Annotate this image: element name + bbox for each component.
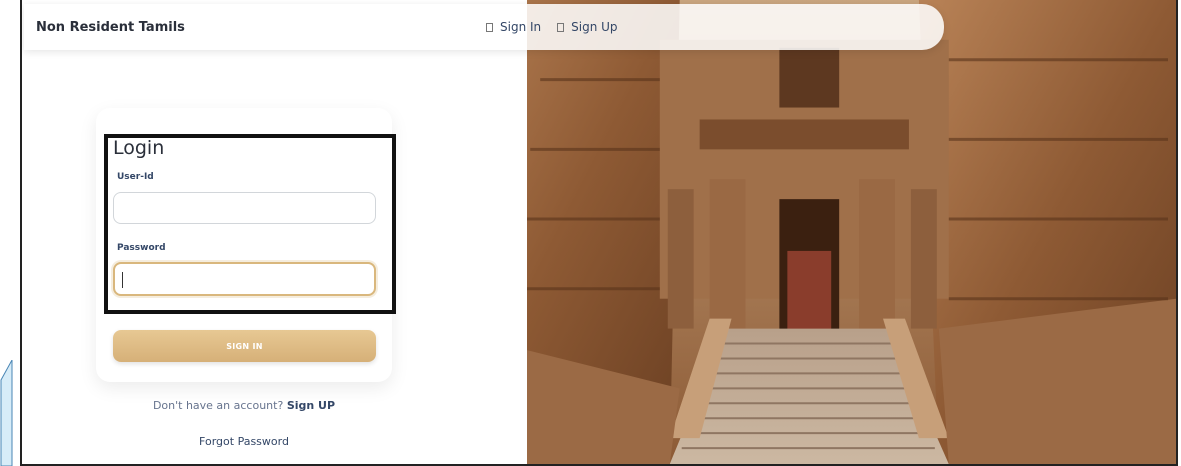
forgot-password-link[interactable]: Forgot Password [22, 435, 466, 448]
sign-in-button[interactable]: SIGN IN [113, 330, 376, 362]
nav-sign-up-label: Sign Up [571, 20, 618, 34]
login-title: Login [113, 137, 165, 159]
userid-input[interactable] [113, 192, 376, 224]
signup-link[interactable]: Sign UP [287, 399, 335, 412]
brand-title[interactable]: Non Resident Tamils [36, 20, 185, 35]
top-navbar: Non Resident Tamils Sign In Sign Up [24, 4, 944, 50]
no-account-text: Don't have an account? [152, 399, 284, 412]
nav-sign-up-link[interactable]: Sign Up [557, 20, 618, 34]
password-label: Password [117, 243, 166, 253]
edge-arrow-artifact [0, 360, 13, 466]
sign-in-icon [486, 22, 493, 32]
userid-label: User-Id [117, 172, 154, 182]
signup-prompt: Don't have an account? Sign UP [22, 399, 466, 412]
text-caret [122, 272, 123, 288]
nav-links: Sign In Sign Up [486, 20, 618, 34]
nav-sign-in-link[interactable]: Sign In [486, 20, 541, 34]
password-input[interactable] [113, 262, 376, 296]
sign-up-icon [557, 22, 565, 32]
app-frame: Non Resident Tamils Sign In Sign Up Logi… [20, 0, 1178, 466]
nav-sign-in-label: Sign In [500, 20, 542, 34]
